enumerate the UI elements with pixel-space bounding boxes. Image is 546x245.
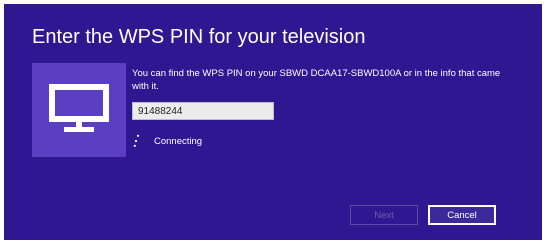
status-text: Connecting xyxy=(154,136,203,147)
instructions-text: You can find the WPS PIN on your SBWD DC… xyxy=(132,68,501,92)
device-tile xyxy=(32,63,126,157)
cancel-button[interactable]: Cancel xyxy=(428,205,496,225)
next-button[interactable]: Next xyxy=(350,205,418,225)
spinner-icon xyxy=(133,134,140,147)
dialog-title: Enter the WPS PIN for your television xyxy=(32,26,366,48)
wps-pin-input[interactable] xyxy=(132,102,274,120)
wps-pin-dialog: Enter the WPS PIN for your television Yo… xyxy=(4,4,542,240)
monitor-icon xyxy=(49,84,109,132)
